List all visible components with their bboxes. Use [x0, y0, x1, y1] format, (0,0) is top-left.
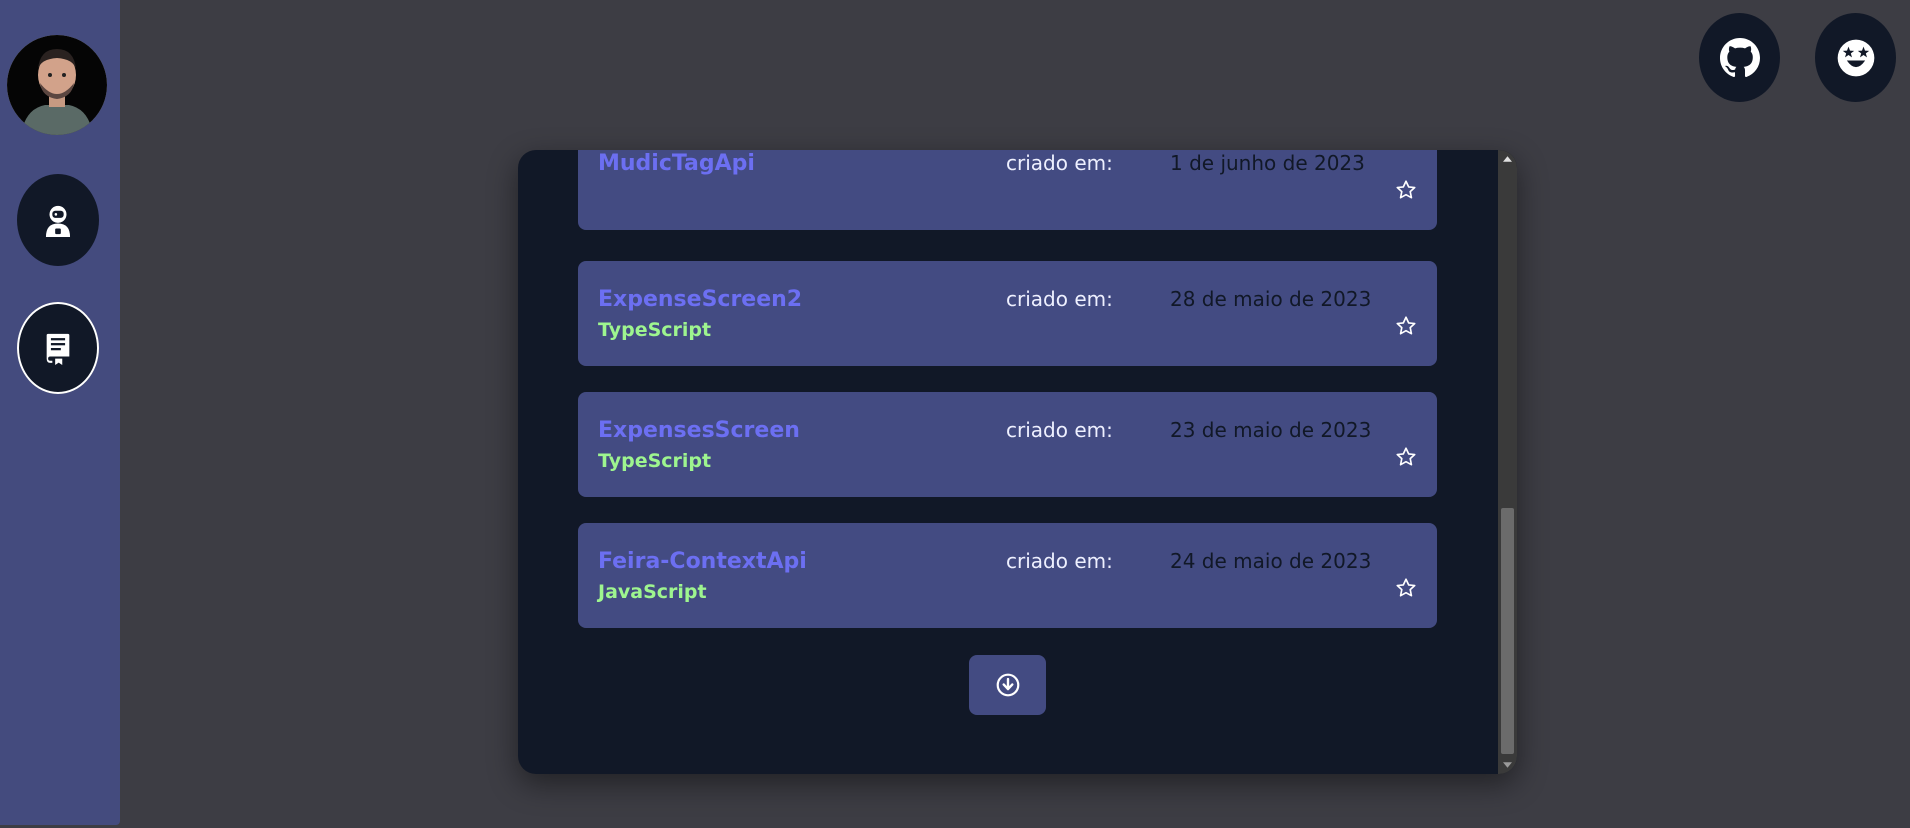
repo-language: TypeScript	[598, 450, 712, 472]
repo-language: JavaScript	[598, 581, 707, 603]
avatar-image	[7, 35, 107, 135]
sidebar-item-repositories[interactable]	[17, 302, 99, 394]
star-struck-emoji-icon	[1837, 39, 1874, 76]
scrollbar-thumb[interactable]	[1501, 508, 1514, 754]
github-button[interactable]	[1699, 13, 1780, 102]
star-icon[interactable]	[1395, 446, 1417, 468]
repo-name[interactable]: ExpenseScreen2	[598, 287, 802, 312]
repo-language: TypeScript	[598, 319, 712, 341]
created-label: criado em:	[1006, 418, 1113, 442]
repo-name[interactable]: Feira-ContextApi	[598, 549, 807, 574]
sidebar-item-about[interactable]	[17, 174, 99, 266]
arrow-down-circle-icon	[996, 673, 1019, 697]
triangle-up-icon	[1503, 156, 1512, 162]
scrollbar[interactable]	[1498, 150, 1517, 774]
repo-name[interactable]: ExpensesScreen	[598, 418, 800, 443]
repositories-list: MudicTagApi criado em: 1 de junho de 202…	[518, 150, 1498, 774]
star-icon[interactable]	[1395, 577, 1417, 599]
sidebar	[0, 0, 120, 825]
astronaut-icon	[45, 205, 71, 237]
created-label: criado em:	[1006, 287, 1113, 311]
triangle-down-icon	[1503, 762, 1512, 768]
star-icon[interactable]	[1395, 315, 1417, 337]
created-date: 1 de junho de 2023	[1170, 151, 1365, 175]
load-more-button[interactable]	[969, 655, 1046, 715]
repo-name[interactable]: MudicTagApi	[598, 151, 755, 176]
created-label: criado em:	[1006, 151, 1113, 175]
repo-card[interactable]: MudicTagApi criado em: 1 de junho de 202…	[578, 150, 1437, 230]
created-date: 28 de maio de 2023	[1170, 287, 1372, 311]
github-icon	[1719, 37, 1760, 77]
scroll-down-arrow[interactable]	[1498, 756, 1517, 774]
created-date: 23 de maio de 2023	[1170, 418, 1372, 442]
scroll-up-arrow[interactable]	[1498, 150, 1517, 168]
repo-card[interactable]: ExpensesScreen TypeScript criado em: 23 …	[578, 392, 1437, 497]
star-icon[interactable]	[1395, 179, 1417, 201]
created-date: 24 de maio de 2023	[1170, 549, 1372, 573]
repository-book-icon	[46, 333, 70, 365]
repo-card[interactable]: ExpenseScreen2 TypeScript criado em: 28 …	[578, 261, 1437, 366]
emoji-button[interactable]	[1815, 13, 1896, 102]
repositories-panel: MudicTagApi criado em: 1 de junho de 202…	[518, 150, 1517, 774]
repo-card[interactable]: Feira-ContextApi JavaScript criado em: 2…	[578, 523, 1437, 628]
avatar[interactable]	[7, 35, 107, 135]
created-label: criado em:	[1006, 549, 1113, 573]
